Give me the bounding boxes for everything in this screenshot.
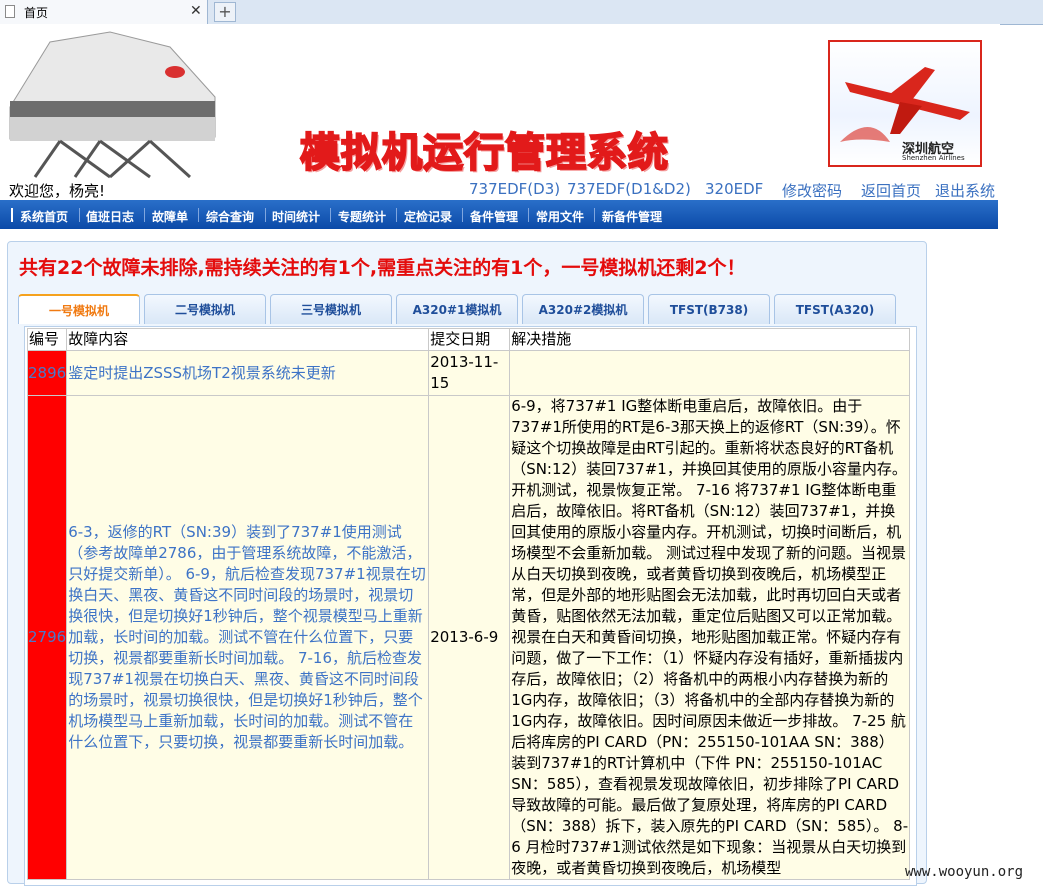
- fault-date: 2013-6-9: [428, 395, 511, 880]
- logo-subtitle: Shenzhen Airlines: [902, 154, 965, 162]
- shenzhen-airlines-logo: 深圳航空 Shenzhen Airlines: [828, 40, 982, 167]
- link-change-password[interactable]: 修改密码: [782, 180, 842, 201]
- tab-simulator-1[interactable]: 一号模拟机: [18, 294, 140, 324]
- header-content: 故障内容: [66, 328, 430, 351]
- fault-fix: 6-9，将737#1 IG整体断电重启后，故障依旧。由于737#1所使用的RT是…: [509, 395, 911, 880]
- nav-common-files[interactable]: 常用文件: [536, 208, 584, 225]
- tab-a320-1[interactable]: A320#1模拟机: [396, 294, 518, 324]
- fault-content[interactable]: 6-3，返修的RT（SN:39）装到了737#1使用测试（参考故障单2786，由…: [66, 395, 430, 880]
- new-tab-button[interactable]: +: [214, 2, 236, 22]
- tab-a320-2[interactable]: A320#2模拟机: [522, 294, 644, 324]
- header-id: 编号: [26, 328, 68, 351]
- tab-tfst-a320[interactable]: TFST(A320): [774, 294, 896, 324]
- link-737edf-d1d2[interactable]: 737EDF(D1&D2): [567, 180, 691, 198]
- nav-new-spare-parts[interactable]: 新备件管理: [602, 208, 662, 225]
- nav-inspection-records[interactable]: 定检记录: [404, 208, 452, 225]
- page-icon: [5, 5, 15, 18]
- fault-date: 2013-11-15: [428, 350, 511, 396]
- link-logout[interactable]: 退出系统: [935, 180, 995, 201]
- nav-topic-stats[interactable]: 专题统计: [338, 208, 386, 225]
- nav-general-query[interactable]: 综合查询: [206, 208, 254, 225]
- system-title: 模拟机运行管理系统: [299, 128, 669, 177]
- link-320edf[interactable]: 320EDF: [705, 180, 763, 198]
- fault-id[interactable]: 2896: [26, 350, 68, 396]
- table-header-row: 编号 故障内容 提交日期 解决措施: [26, 328, 911, 351]
- site-banner: 模拟机运行管理系统 深圳航空 Shenzhen Airlines: [0, 24, 1000, 179]
- browser-tab-strip: 首页 ✕ +: [0, 0, 1043, 25]
- nav-duty-log[interactable]: 值班日志: [86, 208, 134, 225]
- nav-system-home[interactable]: 系统首页: [20, 208, 68, 225]
- browser-tab-home[interactable]: 首页 ✕: [0, 0, 208, 24]
- tab-tfst-b738[interactable]: TFST(B738): [648, 294, 770, 324]
- browser-tab-title: 首页: [24, 6, 49, 20]
- nav-time-stats[interactable]: 时间统计: [272, 208, 320, 225]
- fault-fix: [509, 350, 911, 396]
- table-row: 2796 6-3，返修的RT（SN:39）装到了737#1使用测试（参考故障单2…: [26, 395, 911, 880]
- tab-simulator-3[interactable]: 三号模拟机: [270, 294, 392, 324]
- close-icon[interactable]: ✕: [190, 3, 202, 19]
- fault-content[interactable]: 鉴定时提出ZSSS机场T2视景系统未更新: [66, 350, 430, 396]
- header-fix: 解决措施: [509, 328, 911, 351]
- fault-alert: 共有22个故障未排除,需持续关注的有1个,需重点关注的有1个，一号模拟机还剩2个…: [19, 257, 746, 279]
- tab-simulator-2[interactable]: 二号模拟机: [144, 294, 266, 324]
- main-navbar: 系统首页 值班日志 故障单 综合查询 时间统计 专题统计 定检记录 备件管理 常…: [0, 200, 998, 229]
- watermark: www.wooyun.org: [905, 864, 1024, 880]
- fault-table: 编号 故障内容 提交日期 解决措施 2896 鉴定时提出ZSSS机场T2视景系统…: [26, 328, 911, 880]
- nav-spare-parts[interactable]: 备件管理: [470, 208, 518, 225]
- fault-id[interactable]: 2796: [26, 395, 68, 880]
- link-back-home[interactable]: 返回首页: [861, 180, 921, 201]
- welcome-text: 欢迎您，杨亮!: [9, 182, 106, 200]
- table-row: 2896 鉴定时提出ZSSS机场T2视景系统未更新 2013-11-15: [26, 350, 911, 396]
- header-date: 提交日期: [428, 328, 511, 351]
- nav-fault-ticket[interactable]: 故障单: [152, 208, 188, 225]
- link-737edf-d3[interactable]: 737EDF(D3): [469, 180, 560, 198]
- simulator-image: [9, 31, 216, 179]
